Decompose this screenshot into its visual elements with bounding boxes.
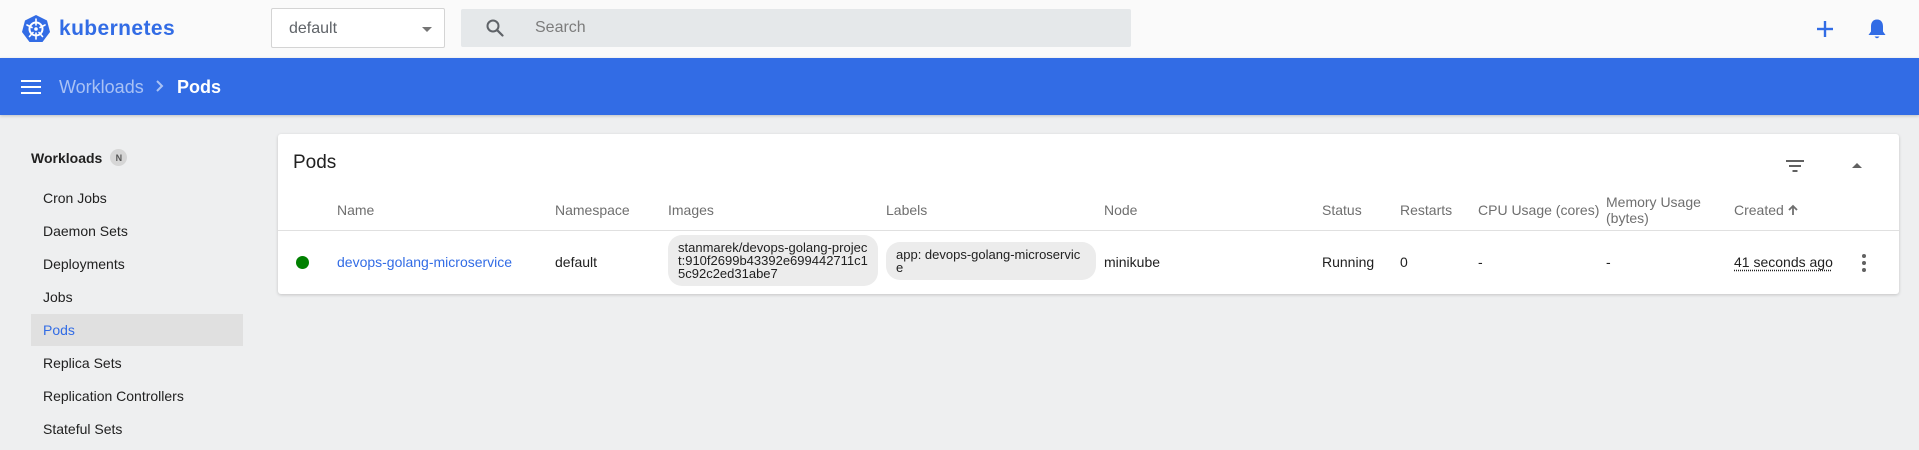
- column-header-status[interactable]: Status: [1322, 202, 1362, 218]
- pod-namespace: default: [555, 254, 598, 270]
- caret-up-icon[interactable]: [1845, 154, 1869, 178]
- pod-created: 41 seconds ago: [1734, 254, 1833, 270]
- caret-down-icon: [422, 27, 432, 32]
- pod-restarts: 0: [1400, 254, 1408, 270]
- search-icon[interactable]: [486, 19, 504, 37]
- column-header-labels: Labels: [886, 202, 928, 218]
- sidebar-section-label: Workloads: [31, 149, 103, 166]
- arrow-up-icon: [1788, 204, 1798, 215]
- menu-icon[interactable]: [21, 77, 41, 95]
- column-header-memory: Memory Usage (bytes): [1606, 194, 1701, 226]
- pod-status: Running: [1322, 254, 1375, 270]
- more-vert-icon[interactable]: [1861, 254, 1867, 272]
- kubernetes-logo[interactable]: kubernetes: [21, 14, 175, 44]
- pod-name-link[interactable]: devops-golang-microservice: [337, 254, 512, 270]
- kubernetes-wheel-icon: [22, 15, 50, 42]
- column-header-cpu: CPU Usage (cores): [1478, 202, 1600, 218]
- sidebar: Workloads N Cron Jobs Daemon Sets Deploy…: [0, 115, 260, 450]
- namespace-select[interactable]: default: [271, 8, 445, 48]
- sidebar-item-replication-controllers[interactable]: Replication Controllers: [31, 380, 243, 412]
- chevron-right-icon: [156, 80, 164, 92]
- breadcrumb-pods: Pods: [177, 77, 222, 97]
- search-bar: [461, 9, 1131, 47]
- status-running-icon: [296, 256, 309, 269]
- namespaced-badge: N: [110, 149, 128, 166]
- sidebar-item-cron-jobs[interactable]: Cron Jobs: [31, 182, 243, 214]
- column-header-name[interactable]: Name: [337, 202, 374, 218]
- sidebar-section-workloads[interactable]: Workloads N: [31, 149, 128, 166]
- sidebar-item-daemon-sets[interactable]: Daemon Sets: [31, 215, 243, 247]
- bell-icon[interactable]: [1864, 16, 1890, 42]
- namespace-value: default: [289, 20, 338, 37]
- search-input[interactable]: [535, 9, 1115, 47]
- pod-memory: -: [1606, 254, 1611, 270]
- sidebar-item-jobs[interactable]: Jobs: [31, 281, 243, 313]
- column-header-namespace[interactable]: Namespace: [555, 202, 630, 218]
- sidebar-item-stateful-sets[interactable]: Stateful Sets: [31, 413, 243, 445]
- pod-label-chip: app: devops-golang-microservice: [886, 242, 1096, 280]
- column-header-images: Images: [668, 202, 714, 218]
- column-header-created-wrap[interactable]: Created: [1734, 202, 1799, 218]
- breadcrumb-bar: Workloads Pods: [0, 58, 1919, 115]
- pods-card: Pods Name Namespace Images Labels Node S…: [278, 134, 1899, 294]
- sidebar-item-deployments[interactable]: Deployments: [31, 248, 243, 280]
- column-header-created: Created: [1734, 202, 1784, 218]
- breadcrumb-workloads[interactable]: Workloads: [59, 77, 144, 98]
- column-header-restarts[interactable]: Restarts: [1400, 202, 1452, 218]
- sidebar-item-replica-sets[interactable]: Replica Sets: [31, 347, 243, 379]
- header-divider: [278, 230, 1899, 231]
- pod-node[interactable]: minikube: [1104, 254, 1160, 270]
- pod-cpu: -: [1478, 254, 1483, 270]
- sidebar-item-pods[interactable]: Pods: [31, 314, 243, 346]
- column-header-node[interactable]: Node: [1104, 202, 1137, 218]
- top-toolbar: kubernetes default: [0, 0, 1919, 58]
- card-title: Pods: [293, 152, 337, 173]
- brand-name: kubernetes: [59, 17, 176, 40]
- filter-icon[interactable]: [1783, 154, 1807, 178]
- plus-icon[interactable]: [1812, 16, 1838, 42]
- pod-image-chip: stanmarek/devops-golang-project:910f2699…: [668, 235, 878, 286]
